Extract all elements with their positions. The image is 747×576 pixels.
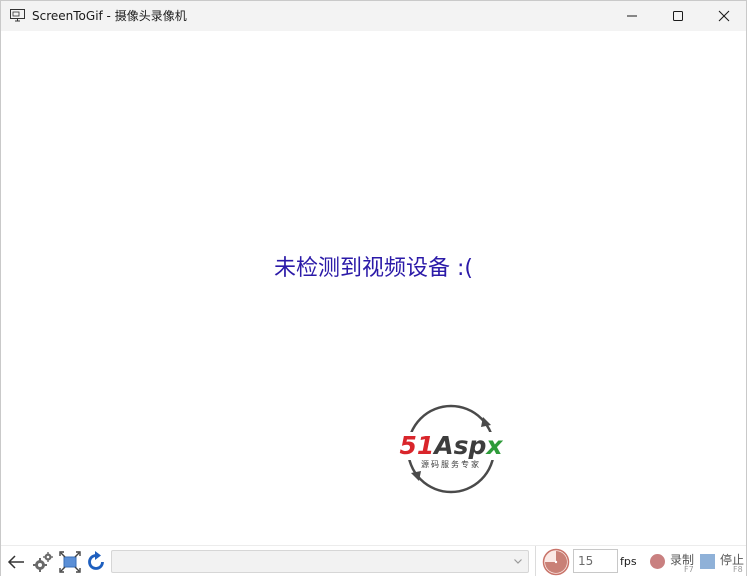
bottom-toolbar: 15 fps 录制 F7 停止 F8 [1,545,746,576]
close-icon [718,10,730,22]
back-button[interactable] [5,551,27,573]
arrow-left-icon [7,555,24,569]
watermark-brand-51: 51 [399,431,435,460]
no-device-message: 未检测到视频设备 :( [274,256,473,281]
record-shortcut: F7 [684,565,694,574]
fps-unit-label: fps [620,555,637,568]
title-bar[interactable]: ScreenToGif - 摄像头录像机 [1,1,746,31]
app-window: ScreenToGif - 摄像头录像机 未检测到视频设备 :(51Aspx … [0,0,747,576]
gears-icon [33,552,53,572]
watermark-brand-x: x [486,431,503,460]
refresh-button[interactable] [85,551,107,573]
camera-preview-area: 未检测到视频设备 :( 51Aspx 源码服务专家 [1,31,746,545]
video-device-select[interactable] [111,550,529,573]
watermark-brand-s: s [453,431,469,460]
chevron-down-icon [514,559,522,564]
watermark-logo: 51Aspx 源码服务专家 [387,403,515,499]
fit-screen-button[interactable] [59,551,81,573]
watermark-brand-p: p [468,431,487,460]
fps-input[interactable]: 15 [573,549,618,573]
refresh-icon [88,551,104,570]
record-dot-icon [650,554,665,569]
window-title: ScreenToGif - 摄像头录像机 [32,9,187,23]
fit-screen-icon [59,551,81,573]
watermark-brand: 51Aspx [387,432,515,460]
maximize-icon [673,11,683,21]
settings-button[interactable] [32,551,54,573]
stop-square-icon [700,554,715,569]
monitor-icon [10,9,25,22]
minimize-icon [627,15,637,17]
minimize-button[interactable] [609,1,655,31]
toolbar-divider [535,546,536,576]
timer-icon[interactable] [542,548,570,576]
close-button[interactable] [701,1,747,31]
maximize-button[interactable] [655,1,701,31]
watermark-subtitle: 源码服务专家 [421,460,481,469]
stop-shortcut: F8 [733,565,743,574]
watermark-brand-a: A [434,431,454,460]
